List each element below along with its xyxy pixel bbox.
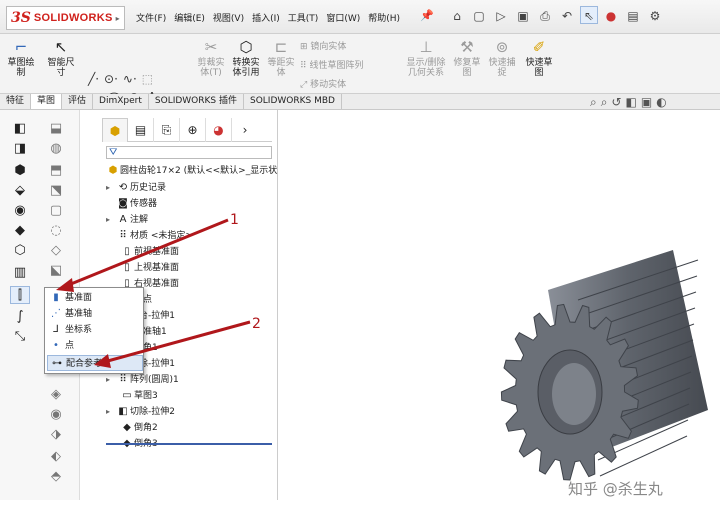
annotation-label-1: 1 bbox=[230, 212, 239, 228]
annotation-arrows bbox=[56, 218, 251, 368]
annotation-label-2: 2 bbox=[252, 316, 261, 332]
watermark: 知乎 @杀生丸 bbox=[568, 480, 663, 498]
